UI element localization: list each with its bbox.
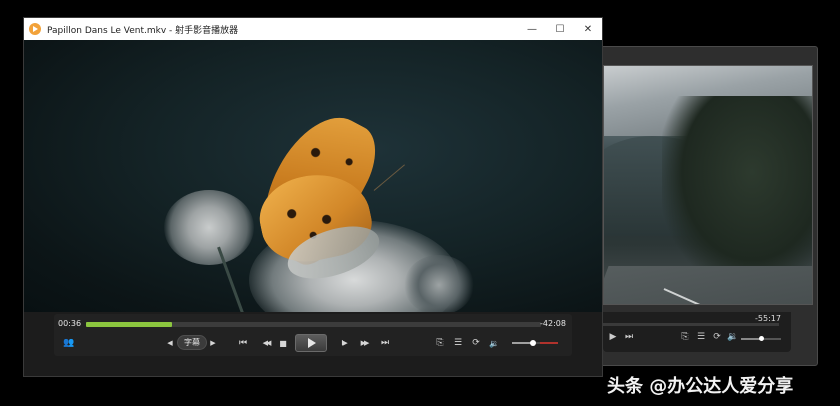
- control-bar: 00:36 -42:08 👥 ◀ 字幕 ▶ ⏮ ◀◀ ■ I▶ ▶▶ ⏭ ⎘ ☰…: [24, 312, 602, 376]
- control-panel: 00:36 -42:08 👥 ◀ 字幕 ▶ ⏮ ◀◀ ■ I▶ ▶▶ ⏭ ⎘ ☰…: [54, 314, 572, 356]
- trees: [662, 96, 812, 286]
- background-video-frame: [603, 65, 813, 305]
- volume-slider[interactable]: [512, 340, 558, 346]
- step-frame-icon[interactable]: I▶: [336, 332, 352, 354]
- clip-icon[interactable]: ⎘: [432, 332, 448, 354]
- flower: [164, 190, 254, 265]
- volume-icon[interactable]: 🔉: [486, 332, 502, 354]
- previous-track-icon[interactable]: ⏮: [234, 332, 252, 354]
- background-time-remaining: -55:17: [755, 314, 781, 323]
- rotate-icon[interactable]: ⟳: [709, 332, 725, 342]
- play-button[interactable]: [295, 334, 327, 352]
- background-volume-fill: [741, 338, 761, 340]
- rewind-icon[interactable]: ◀◀: [256, 332, 276, 354]
- seek-bar[interactable]: [86, 322, 541, 327]
- watermark: 头条 @办公达人爱分享: [607, 376, 794, 397]
- volume-icon[interactable]: 🔉: [725, 332, 741, 342]
- rotate-icon[interactable]: ⟳: [468, 332, 484, 354]
- subtitle-next-icon[interactable]: ▶: [207, 332, 219, 354]
- road: [604, 266, 812, 304]
- background-control-bar: -55:17 ▶ ⏭ ⎘ ☰ ⟳ 🔉: [603, 312, 791, 352]
- profile-icon[interactable]: 👥: [60, 332, 78, 354]
- time-elapsed: 00:36: [58, 319, 82, 328]
- subtitle-button[interactable]: 字幕: [177, 335, 207, 350]
- window-buttons: — ☐ ✕: [518, 18, 602, 40]
- skip-forward-icon[interactable]: ⏭: [621, 332, 637, 342]
- volume-knob[interactable]: [529, 340, 536, 346]
- flower: [404, 255, 474, 312]
- video-frame[interactable]: [24, 40, 602, 312]
- background-volume-knob[interactable]: [759, 336, 764, 341]
- playlist-icon[interactable]: ☰: [693, 332, 709, 342]
- seek-progress: [86, 322, 173, 327]
- minimize-button[interactable]: —: [518, 18, 546, 40]
- window-title: Papillon Dans Le Vent.mkv - 射手影音播放器: [47, 25, 239, 36]
- maximize-button[interactable]: ☐: [546, 18, 574, 40]
- play-icon: [308, 338, 316, 348]
- stop-icon[interactable]: ■: [276, 332, 290, 354]
- control-buttons-row: 👥 ◀ 字幕 ▶ ⏮ ◀◀ ■ I▶ ▶▶ ⏭ ⎘ ☰ ⟳ 🔉: [54, 332, 572, 354]
- butterfly-antenna: [373, 164, 405, 191]
- time-remaining: -42:08: [540, 319, 566, 328]
- clip-icon[interactable]: ⎘: [677, 332, 693, 342]
- play-icon[interactable]: ▶: [605, 332, 621, 342]
- desktop: -55:17 ▶ ⏭ ⎘ ☰ ⟳ 🔉 Papillon Dans Le Vent…: [0, 0, 840, 406]
- close-button[interactable]: ✕: [574, 18, 602, 40]
- playlist-icon[interactable]: ☰: [450, 332, 466, 354]
- title-bar[interactable]: Papillon Dans Le Vent.mkv - 射手影音播放器 — ☐ …: [24, 18, 602, 40]
- app-logo-icon: [29, 23, 41, 35]
- volume-boost-zone: [540, 342, 558, 344]
- next-track-icon[interactable]: ⏭: [376, 332, 394, 354]
- background-volume-slider[interactable]: [741, 336, 781, 341]
- background-seek-bar[interactable]: [603, 323, 779, 326]
- subtitle-prev-icon[interactable]: ◀: [164, 332, 176, 354]
- fast-forward-icon[interactable]: ▶▶: [354, 332, 374, 354]
- player-window[interactable]: Papillon Dans Le Vent.mkv - 射手影音播放器 — ☐ …: [23, 17, 603, 377]
